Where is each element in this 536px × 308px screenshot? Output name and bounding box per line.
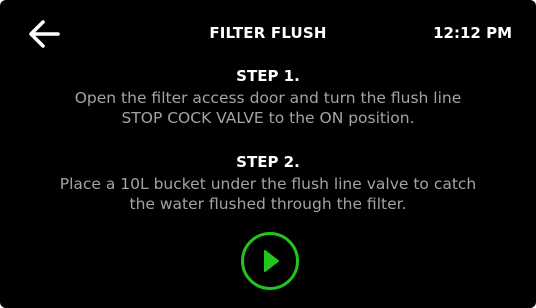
filter-flush-screen: FILTER FLUSH 12:12 PM STEP 1. Open the f… (0, 0, 536, 308)
play-icon (241, 232, 299, 290)
step-2-heading: STEP 2. (236, 153, 300, 171)
step-1-instructions: STEP 1. Open the filter access door and … (0, 66, 536, 128)
step-1-heading: STEP 1. (236, 67, 300, 85)
step-2-text-line: the water flushed through the filter. (129, 195, 407, 213)
step-1-text-line: Open the filter access door and turn the… (74, 89, 462, 107)
step-1-text-line: STOP COCK VALVE to the ON position. (121, 109, 415, 127)
back-button[interactable] (22, 16, 66, 52)
play-button[interactable] (240, 231, 300, 291)
step-2-text-line: Place a 10L bucket under the flush line … (59, 175, 477, 193)
arrow-left-icon (29, 20, 60, 48)
step-2-instructions: STEP 2. Place a 10L bucket under the flu… (0, 152, 536, 214)
clock-time: 12:12 PM (433, 24, 512, 42)
